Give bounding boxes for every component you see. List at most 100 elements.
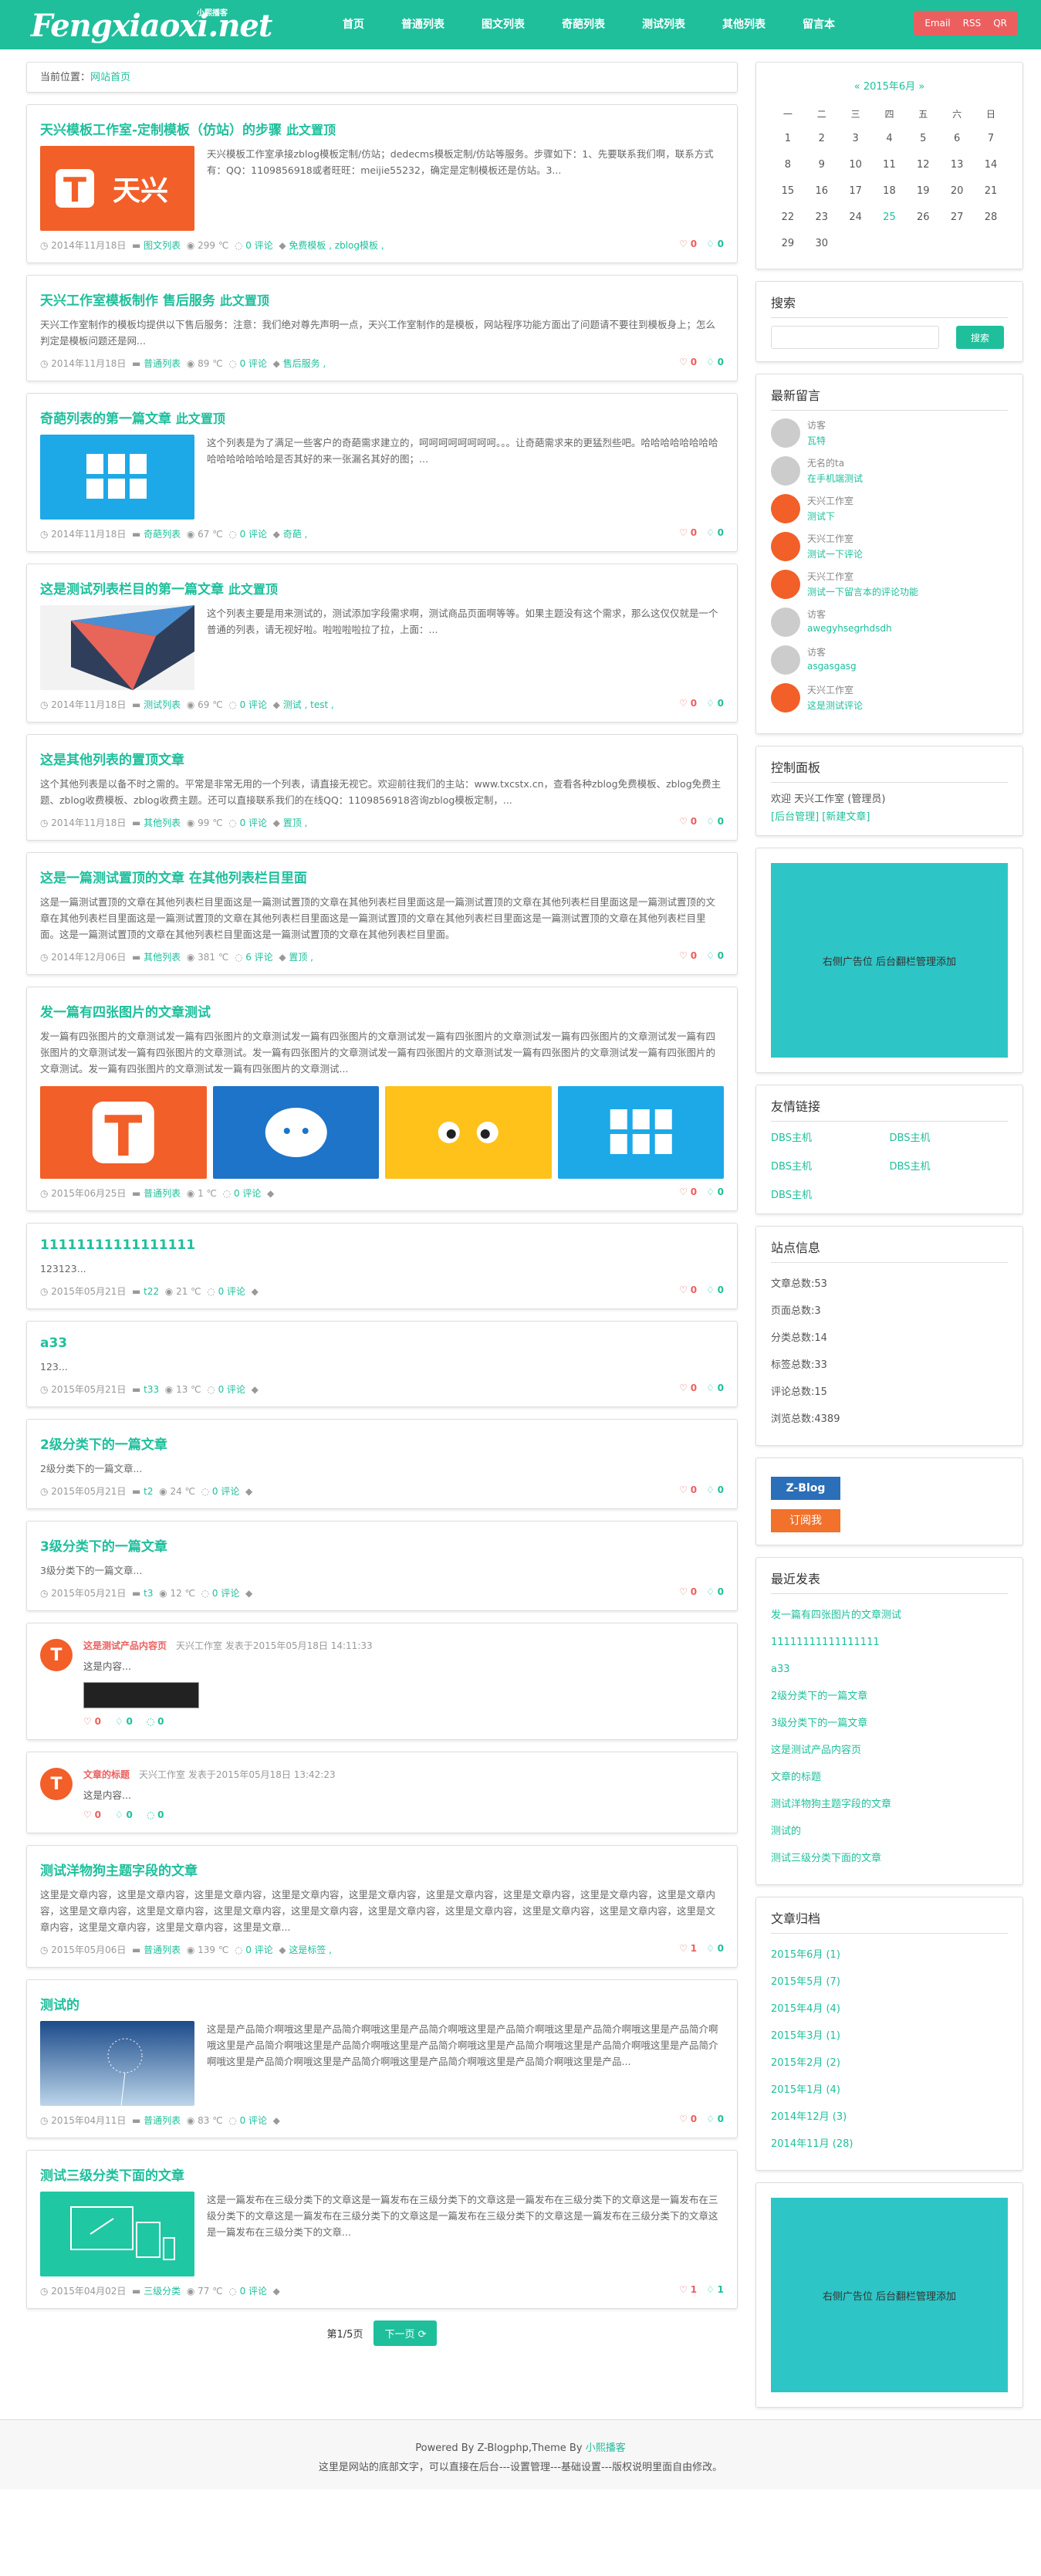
post-comments[interactable]: 0 评论 [212, 1588, 239, 1599]
header-button-rss[interactable]: RSS [957, 14, 988, 32]
post-thumbnail[interactable]: T 天兴 [40, 146, 194, 231]
post-category[interactable]: 图文列表 [144, 240, 181, 251]
dislike-button[interactable]: ♢ 0 [706, 239, 724, 249]
post-thumbnail[interactable] [40, 605, 194, 690]
post-category[interactable]: 普通列表 [144, 2115, 181, 2126]
rss-subscribe-badge[interactable]: 订阅我 [771, 1509, 840, 1532]
post-tags[interactable]: 这是标签 , [289, 1945, 332, 1955]
like-button[interactable]: ♡ 0 [679, 1586, 697, 1597]
dislike-button[interactable]: ♢ 0 [706, 950, 724, 961]
site-logo[interactable]: Fengxiaoxi.net [31, 8, 272, 44]
post-title[interactable]: 天兴工作室模板制作 售后服务 此文置顶 [40, 289, 724, 309]
comment-item[interactable]: 天兴工作室 测试一下评论 [771, 532, 1008, 561]
calendar-prev[interactable]: « [854, 81, 860, 93]
comment-item[interactable]: 天兴工作室 测试一下留言本的评论功能 [771, 570, 1008, 599]
like-button[interactable]: ♡ 0 [679, 1383, 697, 1393]
post-title[interactable]: 3级分类下的一篇文章 [40, 1535, 724, 1555]
like-button[interactable]: ♡ 0 [679, 1186, 697, 1197]
dislike-button[interactable]: ♢ 0 [706, 357, 724, 367]
search-input[interactable] [771, 326, 939, 349]
comment-item[interactable]: 访客 瓦特 [771, 418, 1008, 448]
post-tags[interactable]: 置顶 , [283, 817, 308, 828]
calendar-day[interactable]: 25 [873, 204, 907, 230]
post-category[interactable]: 普通列表 [144, 1188, 181, 1199]
recent-post-link[interactable]: 测试洋物狗主题字段的文章 [771, 1791, 1008, 1818]
archive-link[interactable]: 2015年6月 (1) [771, 1941, 1008, 1968]
nav-item[interactable]: 图文列表 [463, 0, 543, 49]
post-title[interactable]: 测试三级分类下面的文章 [40, 2165, 724, 2184]
like-button[interactable]: ♡ 0 [679, 816, 697, 827]
comment-text[interactable]: awegyhsegrhdsdh [807, 623, 892, 634]
nav-item[interactable]: 留言本 [784, 0, 853, 49]
post-comments[interactable]: 0 评论 [212, 1486, 239, 1497]
post-comments[interactable]: 0 评论 [218, 1384, 245, 1395]
nav-item[interactable]: 首页 [324, 0, 383, 49]
gallery-image[interactable] [557, 1086, 724, 1179]
ad-banner[interactable]: 右侧广告位 后台翻栏管理添加 [771, 863, 1008, 1058]
comment-item[interactable]: 访客 awegyhsegrhdsdh [771, 608, 1008, 637]
nav-item[interactable]: 普通列表 [383, 0, 463, 49]
recent-post-link[interactable]: 文章的标题 [771, 1764, 1008, 1791]
post-category[interactable]: 其他列表 [144, 817, 181, 828]
tweet-image[interactable] [83, 1682, 199, 1708]
post-category[interactable]: 测试列表 [144, 699, 181, 710]
friend-link[interactable]: DBS主机 [771, 1158, 890, 1173]
comment-item[interactable]: 无名的ta 在手机端测试 [771, 456, 1008, 486]
post-title[interactable]: 11111111111111111 [40, 1237, 724, 1253]
dislike-button[interactable]: ♢ 0 [706, 1484, 724, 1495]
dislike-button[interactable]: ♢ 0 [706, 816, 724, 827]
archive-link[interactable]: 2014年11月 (28) [771, 2131, 1008, 2158]
gallery-image[interactable] [212, 1086, 379, 1179]
post-title[interactable]: 这是测试列表栏目的第一篇文章 此文置顶 [40, 578, 724, 597]
like-button[interactable]: ♡ 0 [679, 2114, 697, 2124]
dislike-button[interactable]: ♢ 1 [706, 2284, 724, 2295]
post-tags[interactable]: 置顶 , [289, 952, 313, 963]
nav-item[interactable]: 测试列表 [624, 0, 704, 49]
post-comments[interactable]: 0 评论 [240, 699, 267, 710]
comment-text[interactable]: 这是测试评论 [807, 699, 863, 712]
ad-banner[interactable]: 右侧广告位 后台翻栏管理添加 [771, 2198, 1008, 2392]
post-category[interactable]: 普通列表 [144, 1945, 181, 1955]
post-tags[interactable]: 免费模板 , zblog模板 , [289, 240, 384, 251]
tweet-title[interactable]: 这是测试产品内容页 [83, 1640, 167, 1651]
comment-item[interactable]: 访客 asgasgasg [771, 645, 1008, 675]
nav-item[interactable]: 奇葩列表 [543, 0, 624, 49]
comment-text[interactable]: 测试一下评论 [807, 547, 863, 560]
zblog-badge[interactable]: Z-Blog [771, 1477, 840, 1500]
header-button-qr[interactable]: QR [987, 14, 1013, 32]
comment-text[interactable]: 在手机端测试 [807, 472, 863, 485]
comment-text[interactable]: 测试下 [807, 509, 853, 523]
comment-button[interactable]: ◌ 0 [147, 1716, 164, 1727]
post-category[interactable]: t3 [144, 1588, 153, 1599]
post-comments[interactable]: 0 评论 [234, 1188, 261, 1199]
post-comments[interactable]: 0 评论 [245, 1945, 272, 1955]
dislike-button[interactable]: ♢ 0 [706, 1186, 724, 1197]
post-thumbnail[interactable] [40, 435, 194, 520]
post-title[interactable]: 发一篇有四张图片的文章测试 [40, 1001, 724, 1021]
recent-post-link[interactable]: a33 [771, 1656, 1008, 1683]
search-button[interactable]: 搜索 [956, 326, 1004, 349]
recent-post-link[interactable]: 3级分类下的一篇文章 [771, 1710, 1008, 1737]
recent-post-link[interactable]: 测试三级分类下面的文章 [771, 1845, 1008, 1872]
post-comments[interactable]: 0 评论 [240, 358, 267, 369]
friend-link[interactable]: DBS主机 [771, 1186, 890, 1201]
post-category[interactable]: 三级分类 [144, 2286, 181, 2297]
post-comments[interactable]: 6 评论 [245, 952, 272, 963]
like-button[interactable]: ♡ 0 [679, 1484, 697, 1495]
dislike-button[interactable]: ♢ 0 [706, 1943, 724, 1954]
dislike-button[interactable]: ♢ 0 [706, 527, 724, 538]
post-category[interactable]: t33 [144, 1384, 159, 1395]
post-category[interactable]: 奇葩列表 [144, 529, 181, 540]
post-title[interactable]: 测试洋物狗主题字段的文章 [40, 1860, 724, 1879]
tweet-title[interactable]: 文章的标题 [83, 1769, 130, 1780]
recent-post-link[interactable]: 这是测试产品内容页 [771, 1737, 1008, 1764]
post-tags[interactable]: 测试 , test , [283, 699, 334, 710]
friend-link[interactable]: DBS主机 [890, 1158, 1009, 1173]
post-comments[interactable]: 0 评论 [240, 2286, 267, 2297]
nav-item[interactable]: 其他列表 [704, 0, 784, 49]
dislike-button[interactable]: ♢ 0 [706, 698, 724, 709]
post-title[interactable]: 这是一篇测试置顶的文章 在其他列表栏目里面 [40, 867, 724, 886]
like-button[interactable]: ♡ 1 [679, 1943, 697, 1954]
post-category[interactable]: t22 [144, 1286, 159, 1297]
footer-theme-link[interactable]: 小熙播客 [586, 2442, 626, 2454]
